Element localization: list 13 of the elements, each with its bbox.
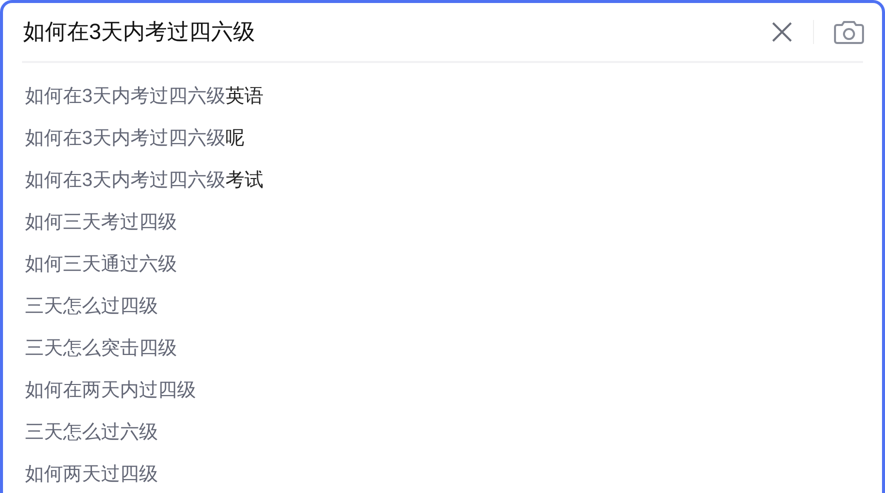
search-field[interactable]: 如何在3天内考过四六级 xyxy=(23,12,763,52)
suggestion-item[interactable]: 三天怎么突击四级 xyxy=(25,334,177,364)
suggestion-item[interactable]: 如何两天过四级 xyxy=(25,460,158,490)
suggestion-item[interactable]: 如何三天通过六级 xyxy=(25,250,177,280)
suggestion-item[interactable]: 如何三天考过四级 xyxy=(25,208,177,238)
suggestion-item[interactable]: 如何在3天内考过四六级考试 xyxy=(25,166,264,196)
close-icon[interactable] xyxy=(771,21,793,43)
suggestion-item[interactable]: 三天怎么过四级 xyxy=(25,292,158,322)
camera-icon[interactable] xyxy=(834,19,864,45)
suggestion-item[interactable]: 如何在3天内考过四六级英语 xyxy=(25,82,264,112)
suggestion-item[interactable]: 如何在两天内过四级 xyxy=(25,376,196,406)
suggestion-item[interactable]: 如何在3天内考过四六级呢 xyxy=(25,124,245,154)
suggestion-item[interactable]: 三天怎么过六级 xyxy=(25,418,158,448)
